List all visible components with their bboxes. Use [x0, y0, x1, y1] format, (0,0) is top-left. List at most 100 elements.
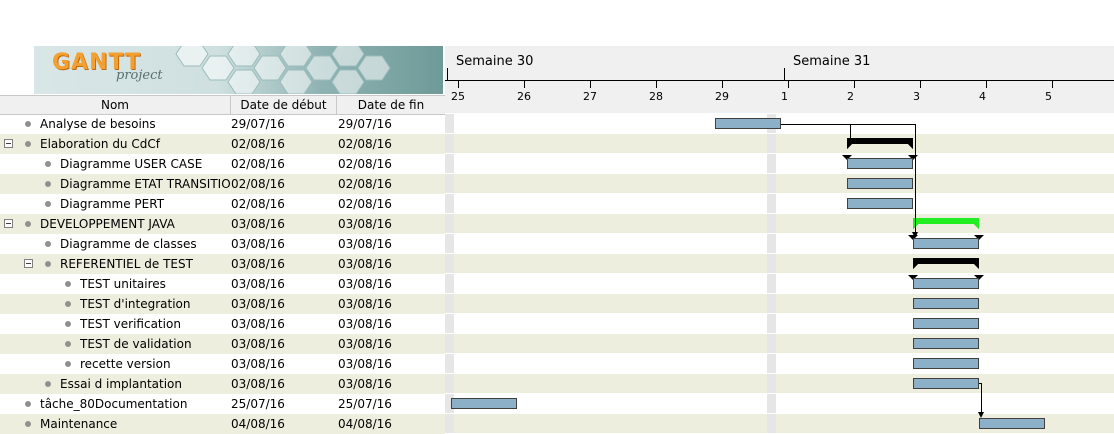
task-bar[interactable]	[913, 298, 979, 309]
task-end-date: 03/08/16	[338, 357, 392, 371]
task-name: TEST d'integration	[80, 297, 191, 311]
row-separator	[445, 193, 1114, 194]
task-name: Diagramme USER CASE	[60, 157, 203, 171]
task-bar[interactable]	[715, 118, 781, 129]
task-bullet-icon	[45, 241, 51, 247]
collapse-toggle-icon[interactable]	[24, 259, 33, 268]
day-label: 5	[1045, 90, 1052, 103]
task-bar[interactable]	[847, 198, 913, 209]
weekend-shade	[767, 114, 776, 434]
dependency-line	[915, 124, 916, 236]
day-tick	[722, 81, 723, 88]
task-bullet-icon	[45, 261, 51, 267]
task-bar[interactable]	[913, 238, 979, 249]
task-start-date: 03/08/16	[231, 297, 285, 311]
task-end-date: 03/08/16	[338, 237, 392, 251]
task-start-date: 02/08/16	[231, 177, 285, 191]
task-start-date: 02/08/16	[231, 157, 285, 171]
task-start-date: 02/08/16	[231, 197, 285, 211]
summary-bar-end	[974, 264, 984, 280]
task-row[interactable]: Analyse de besoins 29/07/16 29/07/16	[0, 114, 445, 134]
task-row[interactable]: REFERENTIEL de TEST 03/08/16 03/08/16	[0, 254, 445, 274]
task-row[interactable]: Essai d implantation 03/08/16 03/08/16	[0, 374, 445, 394]
task-row[interactable]: TEST d'integration 03/08/16 03/08/16	[0, 294, 445, 314]
task-end-date: 03/08/16	[338, 217, 392, 231]
timeline-baseline	[445, 80, 1114, 81]
task-name: TEST verification	[80, 317, 181, 331]
summary-bar[interactable]	[847, 138, 913, 149]
task-name: Elaboration du CdCf	[40, 137, 160, 151]
task-end-date: 02/08/16	[338, 157, 392, 171]
task-name: Diagramme de classes	[60, 237, 197, 251]
chart-row-stripe	[445, 294, 1114, 314]
task-end-date: 03/08/16	[338, 337, 392, 351]
task-bar[interactable]	[913, 338, 979, 349]
task-row[interactable]: Diagramme USER CASE 02/08/16 02/08/16	[0, 154, 445, 174]
day-tick	[854, 81, 855, 88]
task-bar[interactable]	[451, 398, 517, 409]
task-name: REFERENTIEL de TEST	[60, 257, 193, 271]
week-tick	[447, 68, 448, 80]
task-bar[interactable]	[913, 318, 979, 329]
task-row[interactable]: TEST de validation 03/08/16 03/08/16	[0, 334, 445, 354]
dependency-line	[781, 124, 915, 125]
task-bar[interactable]	[913, 358, 979, 369]
column-header-end[interactable]: Date de fin	[337, 96, 445, 114]
task-bar[interactable]	[847, 158, 913, 169]
task-row[interactable]: tâche_80Documentation 25/07/16 25/07/16	[0, 394, 445, 414]
row-separator	[445, 273, 1114, 274]
task-row[interactable]: Maintenance 04/08/16 04/08/16	[0, 414, 445, 434]
row-separator	[445, 413, 1114, 414]
summary-bar[interactable]	[913, 258, 979, 269]
task-row[interactable]: recette version 03/08/16 03/08/16	[0, 354, 445, 374]
task-row[interactable]: Diagramme PERT 02/08/16 02/08/16	[0, 194, 445, 214]
row-separator	[445, 353, 1114, 354]
task-start-date: 02/08/16	[231, 137, 285, 151]
task-bullet-icon	[45, 161, 51, 167]
task-bar[interactable]	[913, 278, 979, 289]
task-bullet-icon	[65, 281, 71, 287]
row-separator	[445, 313, 1114, 314]
task-bar[interactable]	[979, 418, 1045, 429]
task-end-date: 03/08/16	[338, 297, 392, 311]
day-tick	[920, 81, 921, 88]
summary-bar[interactable]	[913, 218, 979, 229]
task-row[interactable]: Elaboration du CdCf 02/08/16 02/08/16	[0, 134, 445, 154]
summary-bar-end	[974, 224, 984, 240]
table-header: Nom Date de début Date de fin	[0, 95, 445, 115]
column-header-name[interactable]: Nom	[0, 96, 231, 114]
column-header-start[interactable]: Date de début	[231, 96, 337, 114]
task-name: Essai d implantation	[60, 377, 182, 391]
task-bar[interactable]	[913, 378, 979, 389]
day-label: 4	[979, 90, 986, 103]
dependency-arrow-icon	[847, 138, 853, 144]
week-label: Semaine 31	[793, 54, 871, 69]
row-separator	[445, 133, 1114, 134]
day-tick	[590, 81, 591, 88]
row-separator	[445, 293, 1114, 294]
collapse-toggle-icon[interactable]	[4, 139, 13, 148]
task-start-date: 03/08/16	[231, 237, 285, 251]
task-row[interactable]: Diagramme de classes 03/08/16 03/08/16	[0, 234, 445, 254]
task-start-date: 03/08/16	[231, 317, 285, 331]
task-bullet-icon	[45, 201, 51, 207]
task-row[interactable]: TEST verification 03/08/16 03/08/16	[0, 314, 445, 334]
task-name: DEVELOPPEMENT JAVA	[40, 217, 175, 231]
day-label: 2	[847, 90, 854, 103]
task-row[interactable]: DEVELOPPEMENT JAVA 03/08/16 03/08/16	[0, 214, 445, 234]
task-end-date: 02/08/16	[338, 197, 392, 211]
task-row[interactable]: Diagramme ETAT TRANSITION 02/08/16 02/08/1…	[0, 174, 445, 194]
collapse-toggle-icon[interactable]	[4, 219, 13, 228]
task-bullet-icon	[25, 221, 31, 227]
task-end-date: 04/08/16	[338, 417, 392, 431]
day-label: 3	[913, 90, 920, 103]
week-label: Semaine 30	[456, 54, 534, 69]
row-separator	[445, 373, 1114, 374]
chart-row-stripe	[445, 214, 1114, 234]
task-row[interactable]: TEST unitaires 03/08/16 03/08/16	[0, 274, 445, 294]
day-tick	[1052, 81, 1053, 88]
task-bar[interactable]	[847, 178, 913, 189]
task-name: recette version	[80, 357, 171, 371]
summary-bar-end	[908, 144, 918, 160]
task-bullet-icon	[65, 361, 71, 367]
